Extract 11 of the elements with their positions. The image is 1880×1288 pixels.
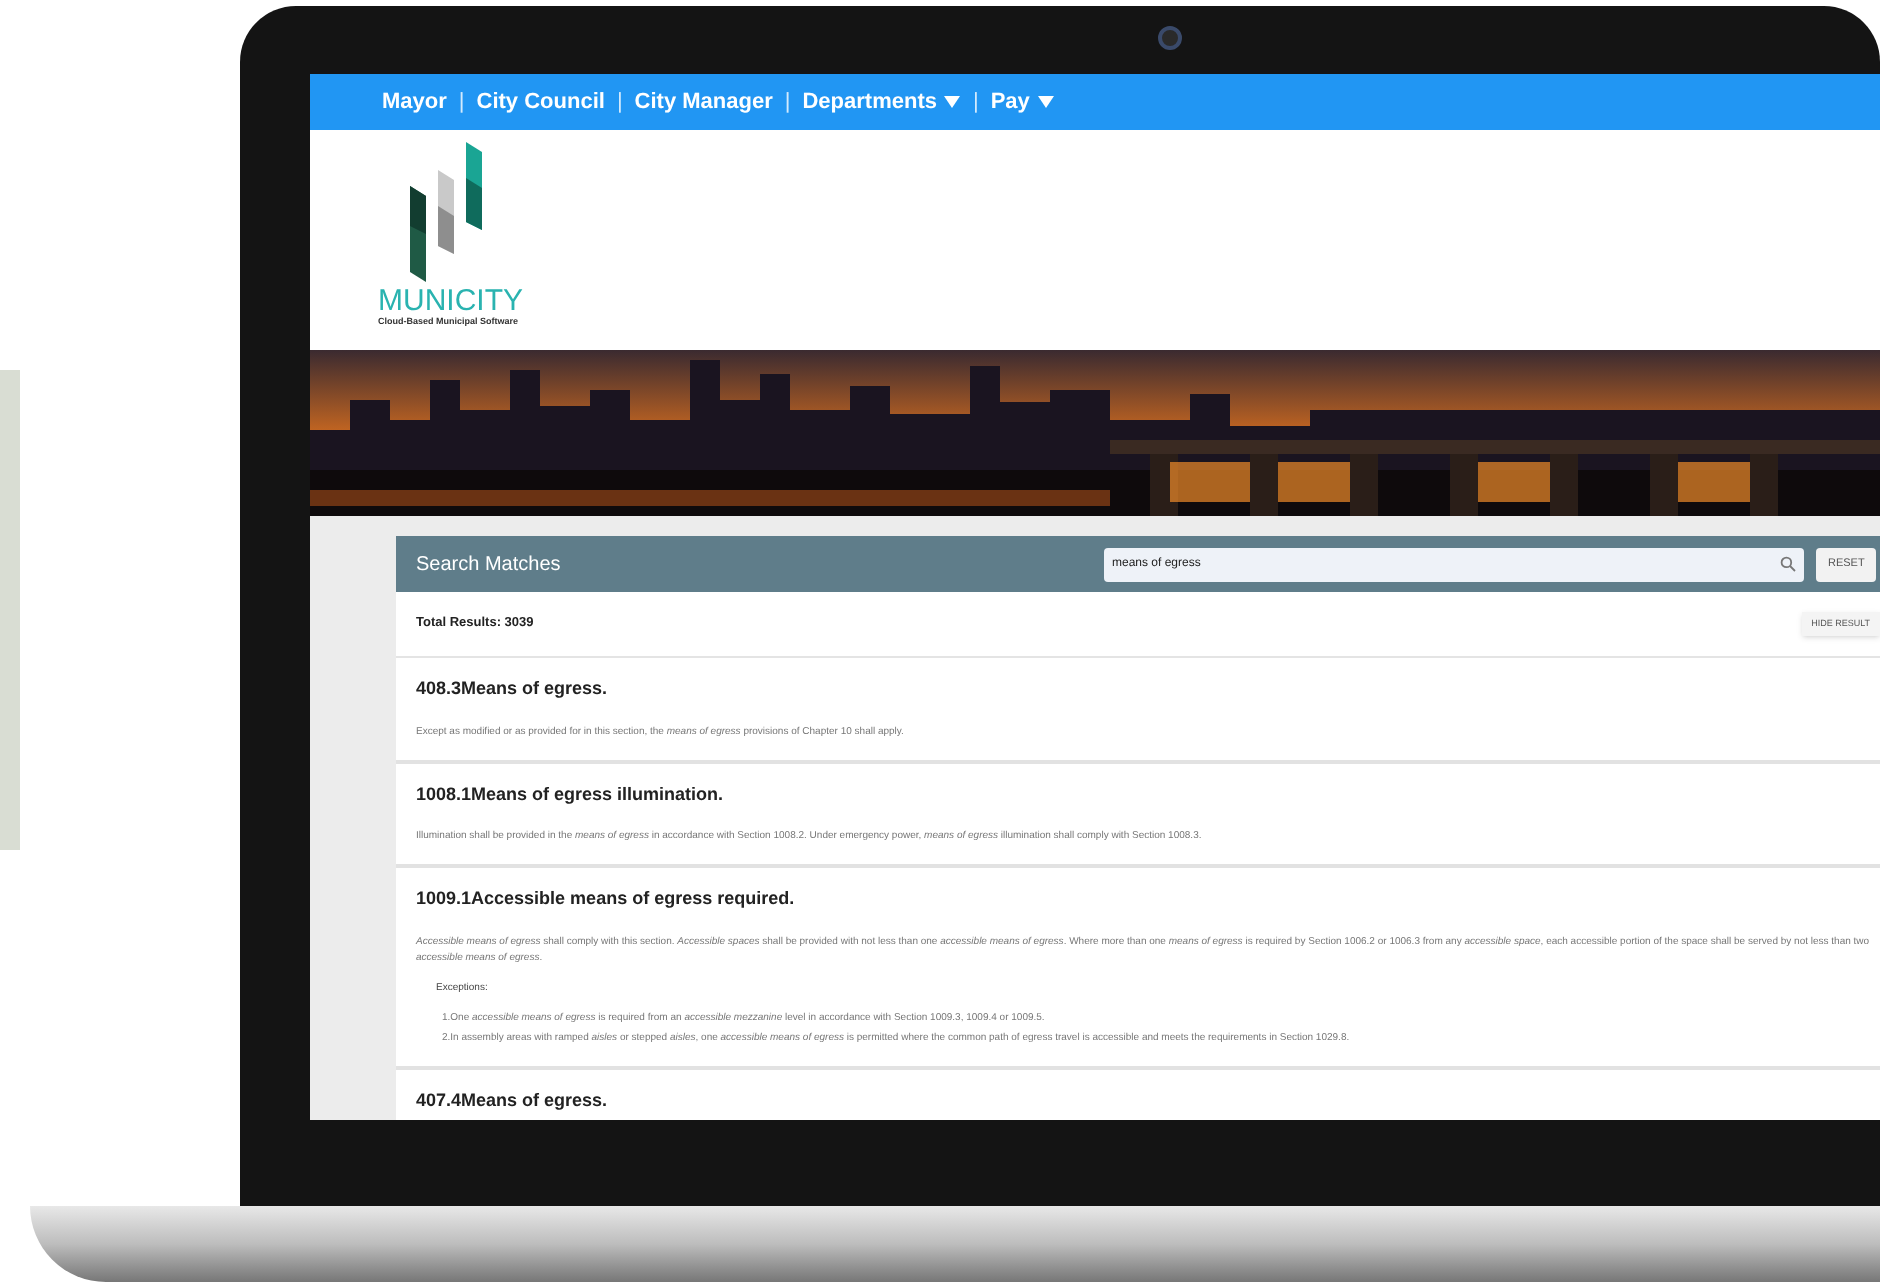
result-title[interactable]: 408.3Means of egress. <box>416 676 1860 703</box>
nav-separator: | <box>616 87 623 118</box>
result-title[interactable]: 407.4Means of egress. <box>416 1088 1860 1115</box>
result-title[interactable]: 1008.1Means of egress illumination. <box>416 781 1860 808</box>
logo-name: MUNICITY <box>378 286 525 316</box>
nav-separator: | <box>458 87 465 118</box>
result-title[interactable]: 1009.1Accessible means of egress required. <box>416 886 1860 913</box>
results-title: Search Matches <box>416 551 563 579</box>
nav-separator: | <box>784 87 791 118</box>
search-icon[interactable] <box>1780 556 1796 572</box>
nav-separator: | <box>972 87 979 118</box>
